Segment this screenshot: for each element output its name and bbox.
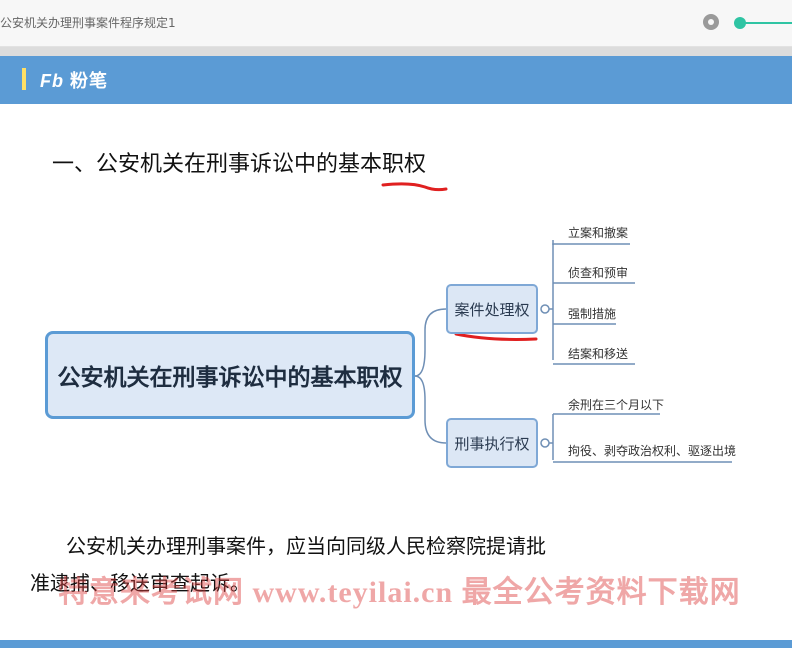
watermark: 特意来考试网 www.teyilai.cn 最全公考资料下载网	[58, 576, 741, 609]
paragraph-line: 公安机关办理刑事案件，应当向同级人民检察院提请批	[66, 534, 546, 558]
annotation-underline-2	[454, 332, 538, 341]
mindmap-leaf: 侦查和预审	[568, 266, 629, 280]
mindmap-branch-execution: 刑事执行权	[446, 418, 538, 468]
mindmap-leaf: 结案和移送	[568, 347, 629, 361]
mindmap-branch-case-handling: 案件处理权	[446, 284, 538, 334]
mindmap-leaf: 拘役、剥夺政治权利、驱逐出境	[568, 444, 737, 458]
mindmap-leaf: 余刑在三个月以下	[568, 398, 665, 412]
mindmap-leaf: 强制措施	[568, 307, 617, 321]
mindmap-leaf: 立案和撤案	[568, 226, 629, 240]
mindmap-central-node: 公安机关在刑事诉讼中的基本职权	[45, 331, 415, 419]
slide-footer-bar	[0, 640, 792, 648]
